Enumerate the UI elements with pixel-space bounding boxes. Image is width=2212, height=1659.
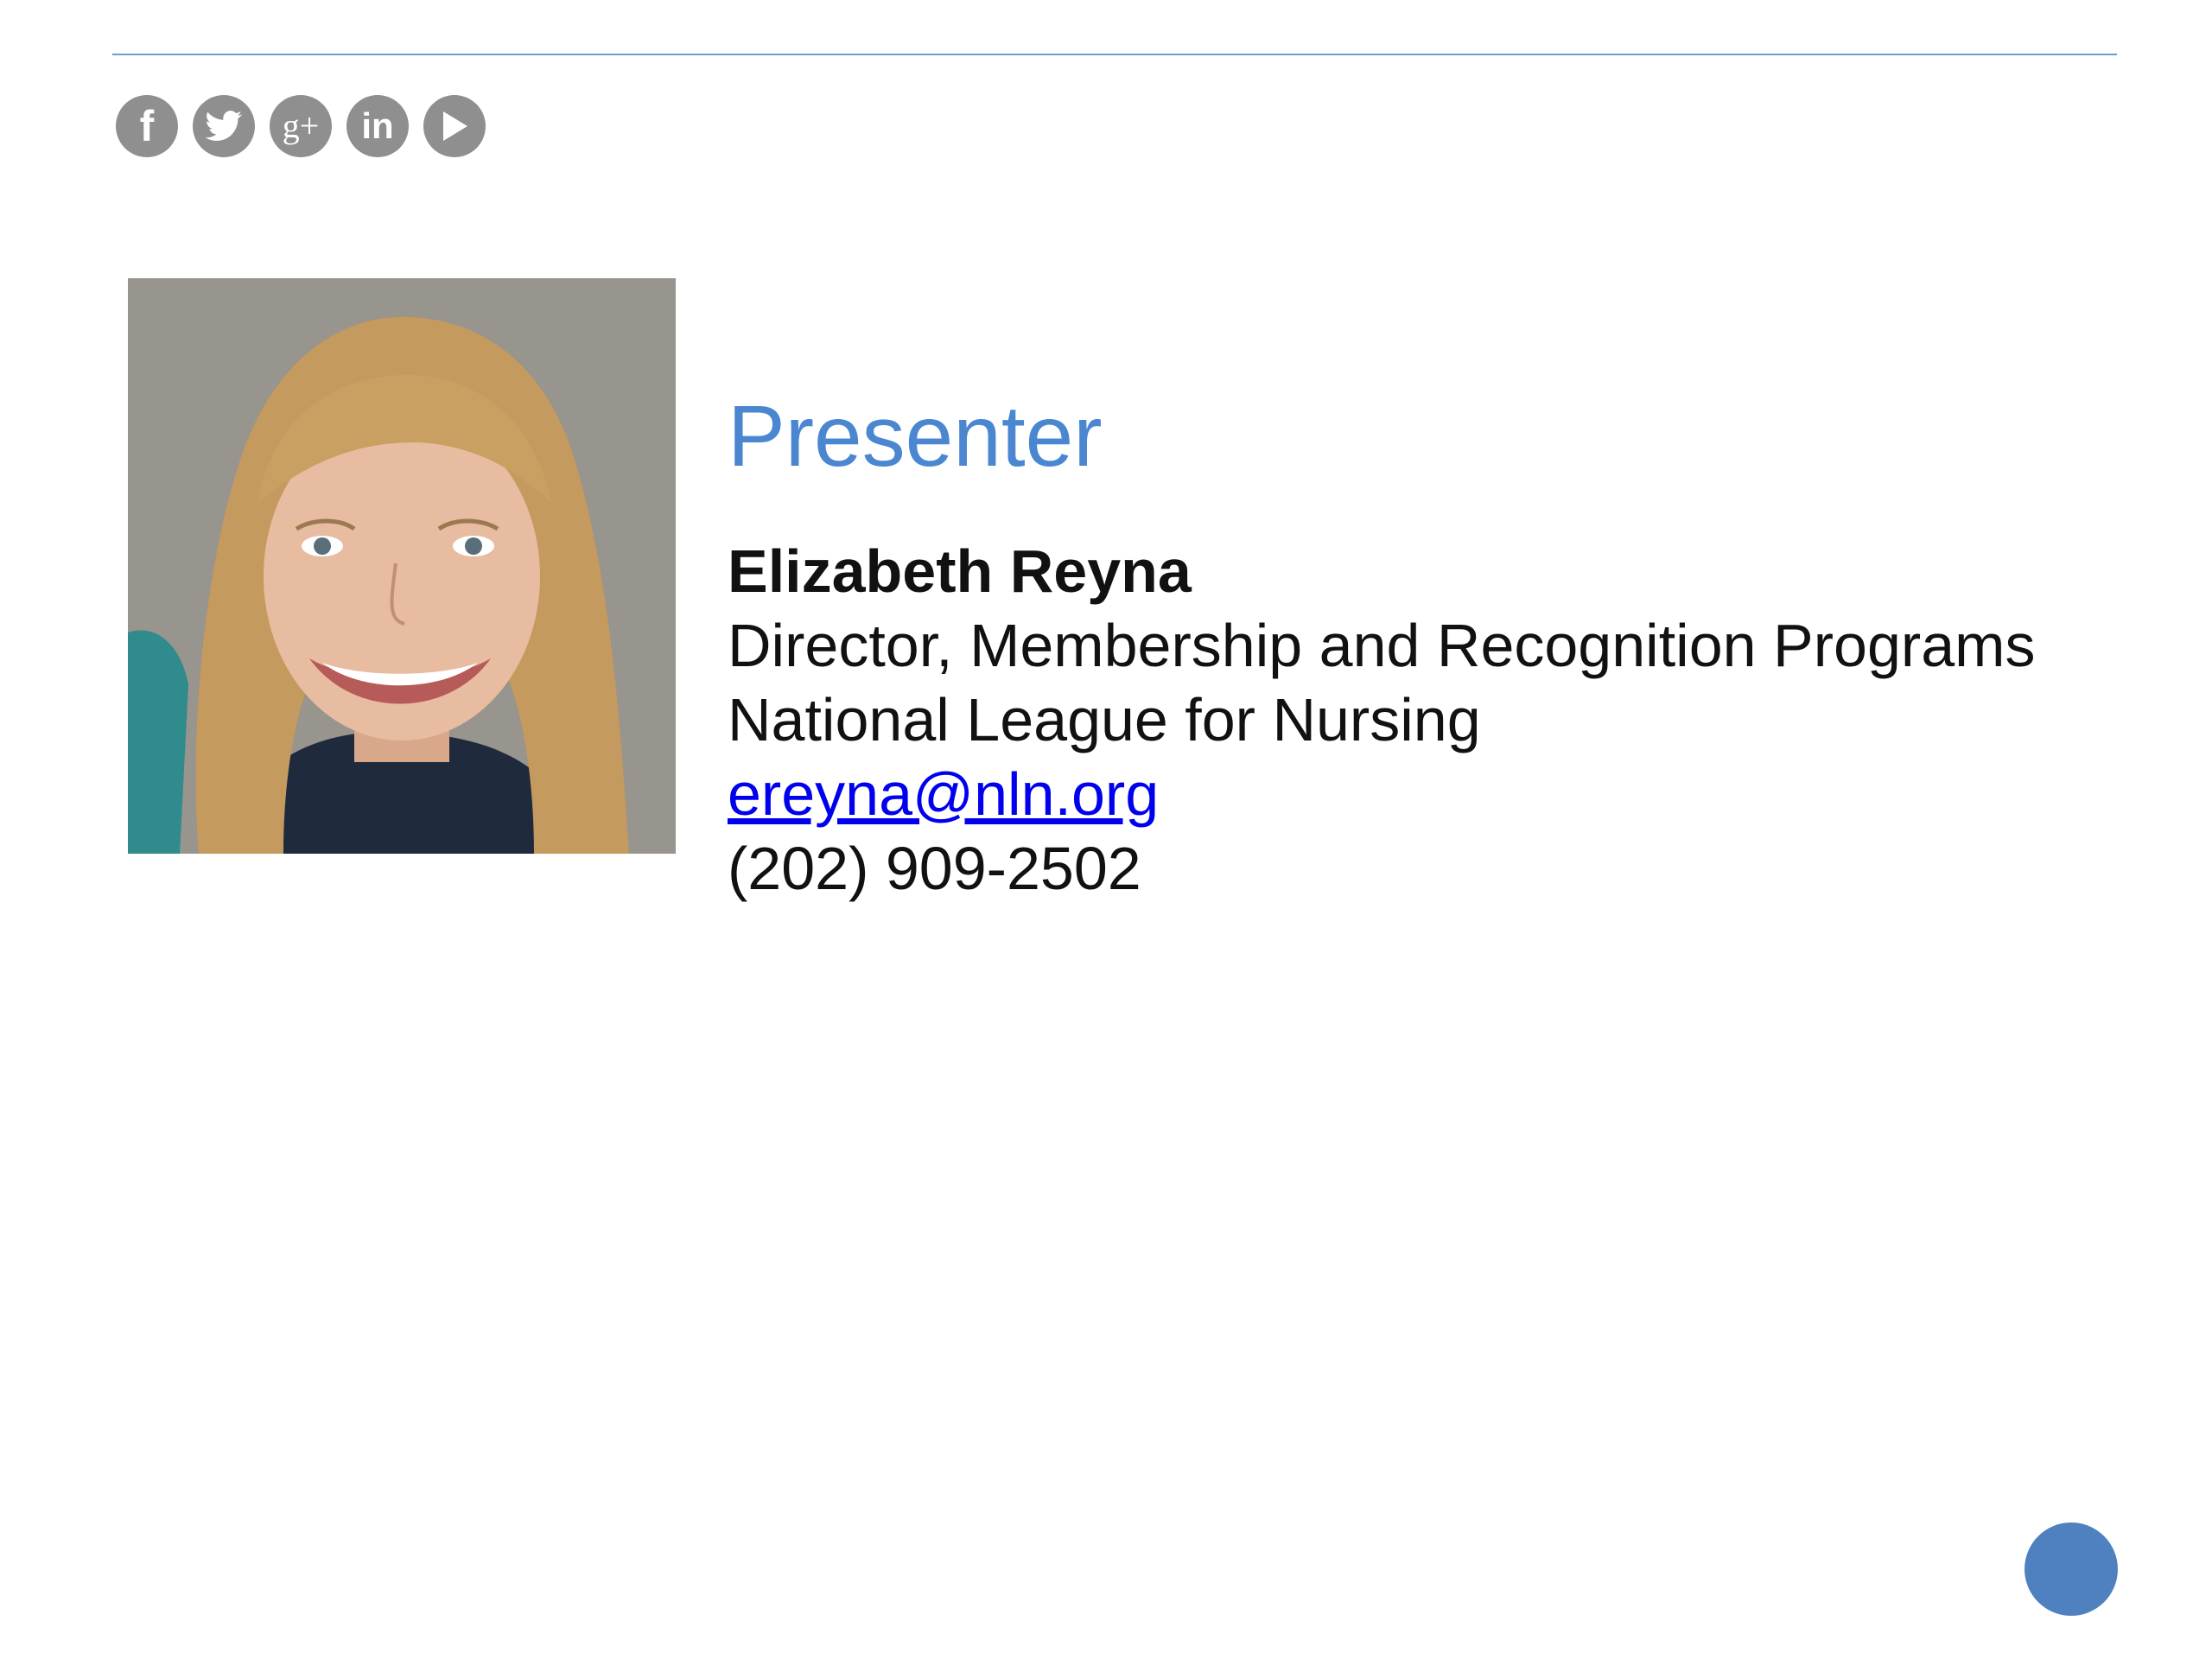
- presenter-photo: [128, 278, 676, 854]
- facebook-icon[interactable]: f: [116, 95, 178, 157]
- google-plus-icon[interactable]: g+: [270, 95, 332, 157]
- top-divider: [112, 54, 2117, 55]
- linkedin-icon[interactable]: in: [346, 95, 409, 157]
- presenter-name: Elizabeth Reyna: [728, 537, 1192, 605]
- slide-nav-dot[interactable]: [2024, 1522, 2118, 1616]
- presenter-info: Presenter Elizabeth Reyna Director, Memb…: [728, 380, 2145, 906]
- google-plus-glyph: g+: [282, 106, 320, 145]
- facebook-glyph: f: [139, 102, 155, 150]
- presenter-email-link[interactable]: ereyna@nln.org: [728, 757, 1159, 831]
- slide-heading: Presenter: [728, 388, 1103, 485]
- play-triangle-shape: [443, 111, 467, 141]
- presenter-portrait-illustration: [128, 278, 676, 854]
- presenter-phone: (202) 909-2502: [728, 835, 1141, 902]
- linkedin-glyph: in: [361, 105, 394, 146]
- youtube-play-icon[interactable]: [423, 95, 486, 157]
- twitter-icon[interactable]: [193, 95, 255, 157]
- presenter-organization: National League for Nursing: [728, 686, 1481, 753]
- presenter-title: Director, Membership and Recognition Pro…: [728, 612, 2036, 679]
- social-links-bar: f g+ in: [116, 95, 486, 157]
- twitter-bird-shape: [205, 111, 242, 141]
